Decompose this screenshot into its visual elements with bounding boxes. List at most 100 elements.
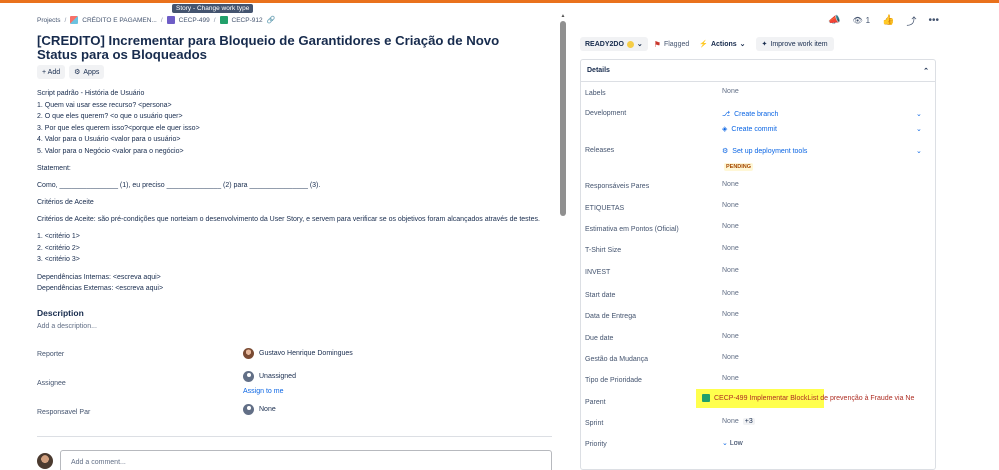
description-line: Script padrão - História de Usuário xyxy=(37,90,145,97)
chevron-down-icon[interactable]: ⌄ xyxy=(916,125,922,133)
tshirt-value[interactable]: None xyxy=(722,245,739,252)
etiquetas-label: ETIQUETAS xyxy=(585,205,625,212)
labels-value[interactable]: None xyxy=(722,88,739,95)
breadcrumb-separator: / xyxy=(64,16,67,24)
assignee-value[interactable]: Unassigned xyxy=(243,371,296,382)
work-type-tooltip: Story - Change work type xyxy=(172,4,254,13)
details-heading: Details xyxy=(587,67,610,74)
responsaveis-value[interactable]: None xyxy=(722,181,739,188)
create-branch-label: Create branch xyxy=(734,110,779,118)
actions-label: Actions xyxy=(710,40,737,48)
invest-value[interactable]: None xyxy=(722,267,739,274)
story-icon[interactable] xyxy=(219,16,228,24)
sprint-none: None xyxy=(722,418,739,425)
etiquetas-value[interactable]: None xyxy=(722,202,739,209)
chevron-up-icon: ⌃ xyxy=(923,67,929,75)
share-icon[interactable]: ⤴ xyxy=(907,13,917,28)
tipo-prioridade-value[interactable]: None xyxy=(722,375,739,382)
assignee-name: Unassigned xyxy=(259,373,296,380)
assign-to-me-link[interactable]: Assign to me xyxy=(243,388,283,395)
due-date-value[interactable]: None xyxy=(722,333,739,340)
responsavel-value[interactable]: None xyxy=(243,404,276,415)
releases-label: Releases xyxy=(585,147,615,154)
data-entrega-value[interactable]: None xyxy=(722,311,739,318)
description-line: 3. <critério 3> xyxy=(37,256,80,264)
create-commit-link[interactable]: ◈ Create commit xyxy=(722,125,777,134)
parent-label: Parent xyxy=(585,399,606,406)
reporter-name: Gustavo Henrique Domingues xyxy=(259,350,353,357)
setup-deployment-label: Set up deployment tools xyxy=(732,147,808,155)
details-header[interactable]: Details ⌃ xyxy=(581,60,935,82)
issue-title[interactable]: [CREDITO] Incrementar para Bloqueio de G… xyxy=(37,34,537,62)
responsavel-label: Responsavel Par xyxy=(37,409,91,416)
parent-value: CECP-499 Implementar BlockList de preven… xyxy=(714,394,915,402)
improve-work-item-button[interactable]: ✦ Improve work item xyxy=(755,37,834,51)
announcement-icon[interactable]: 📣 xyxy=(828,15,840,26)
gear-icon: ⚙ xyxy=(722,148,729,155)
description-heading: Description xyxy=(37,308,84,318)
create-branch-link[interactable]: ⎇ Create branch xyxy=(722,110,779,119)
chevron-down-icon[interactable]: ⌄ xyxy=(916,147,922,155)
responsaveis-label: Responsáveis Pares xyxy=(585,183,650,190)
assignee-label: Assignee xyxy=(37,380,66,387)
flagged-indicator[interactable]: ⚑ Flagged xyxy=(654,40,689,49)
description-line: Critérios de Aceite xyxy=(37,199,94,207)
data-entrega-label: Data de Entrega xyxy=(585,313,636,320)
gestao-value[interactable]: None xyxy=(722,354,739,361)
more-options-icon[interactable]: ••• xyxy=(929,15,940,26)
apps-button[interactable]: ⚙ Apps xyxy=(69,65,105,79)
actions-dropdown[interactable]: ⚡ Actions ⌄ xyxy=(695,37,749,51)
chevron-down-icon[interactable]: ⌄ xyxy=(916,110,922,118)
reporter-label: Reporter xyxy=(37,351,65,358)
unassigned-avatar-icon xyxy=(243,371,254,382)
issue-header-actions: 📣 👁 1 👍 ⤴ ••• xyxy=(828,13,939,28)
estimativa-value[interactable]: None xyxy=(722,223,739,230)
add-button[interactable]: + Add xyxy=(37,65,66,79)
flagged-label: Flagged xyxy=(663,40,690,48)
flag-icon: ⚑ xyxy=(653,39,661,49)
status-dropdown[interactable]: READY2DO ⌄ xyxy=(580,37,648,51)
responsavel-name: None xyxy=(259,406,276,413)
gestao-label: Gestão da Mudança xyxy=(585,356,649,363)
description-line: 1. Quem vai usar esse recurso? <persona> xyxy=(37,101,172,109)
project-icon xyxy=(70,16,79,24)
sprint-more-badge[interactable]: +3 xyxy=(742,418,755,425)
sprint-label: Sprint xyxy=(585,420,604,427)
apps-label: Apps xyxy=(83,68,100,76)
add-description-input[interactable]: Add a description... xyxy=(37,323,97,330)
description-line: 4. Valor para o Usuário <valor para o us… xyxy=(37,136,181,143)
description-line: 2. <critério 2> xyxy=(37,244,80,252)
tipo-prioridade-label: Tipo de Prioridade xyxy=(585,377,642,384)
labels-label: Labels xyxy=(585,90,606,97)
breadcrumb-project[interactable]: CRÉDITO E PAGAMEN... xyxy=(82,17,157,24)
setup-deployment-link[interactable]: ⚙ Set up deployment tools xyxy=(722,147,808,156)
watch-button[interactable]: 👁 1 xyxy=(852,16,870,25)
description-line: Dependências Externas: <escreva aqui> xyxy=(37,285,164,293)
breadcrumb-epic[interactable]: CECP-499 xyxy=(179,17,210,24)
description-line: Dependências Internas: <escreva aqui> xyxy=(37,273,161,281)
breadcrumb-projects[interactable]: Projects xyxy=(37,17,60,24)
description-content[interactable]: Script padrão - História de Usuário 1. Qu… xyxy=(37,88,557,295)
thumbs-up-icon[interactable]: 👍 xyxy=(882,15,894,26)
branch-icon: ⎇ xyxy=(722,111,731,118)
breadcrumb-issue[interactable]: CECP-912 xyxy=(232,17,263,24)
smiley-icon xyxy=(626,40,634,48)
eye-icon: 👁 xyxy=(852,16,863,25)
priority-value[interactable]: ⌄ Low xyxy=(722,439,743,447)
add-comment-input[interactable]: Add a comment... xyxy=(60,450,552,470)
scroll-up-icon[interactable]: ▲ xyxy=(559,13,567,19)
chevron-down-icon: ⌄ xyxy=(636,41,643,48)
left-scrollbar[interactable]: ▲ xyxy=(559,13,567,470)
parent-link[interactable]: CECP-499 Implementar BlockList de preven… xyxy=(702,391,926,405)
reporter-avatar xyxy=(243,348,254,359)
sparkle-icon: ✦ xyxy=(761,41,768,48)
description-line: 5. Valor para o Negócio <valor para o ne… xyxy=(37,147,184,155)
scrollbar-thumb[interactable] xyxy=(560,21,566,216)
sprint-value[interactable]: None +3 xyxy=(722,418,755,425)
description-line: 2. O que eles querem? <o que o usuário q… xyxy=(37,113,183,120)
apps-icon: ⚙ xyxy=(74,69,81,76)
start-date-value[interactable]: None xyxy=(722,290,739,297)
link-icon[interactable]: 🔗 xyxy=(267,16,276,24)
estimativa-label: Estimativa em Pontos (Oficial) xyxy=(585,226,679,233)
reporter-value[interactable]: Gustavo Henrique Domingues xyxy=(243,348,353,359)
